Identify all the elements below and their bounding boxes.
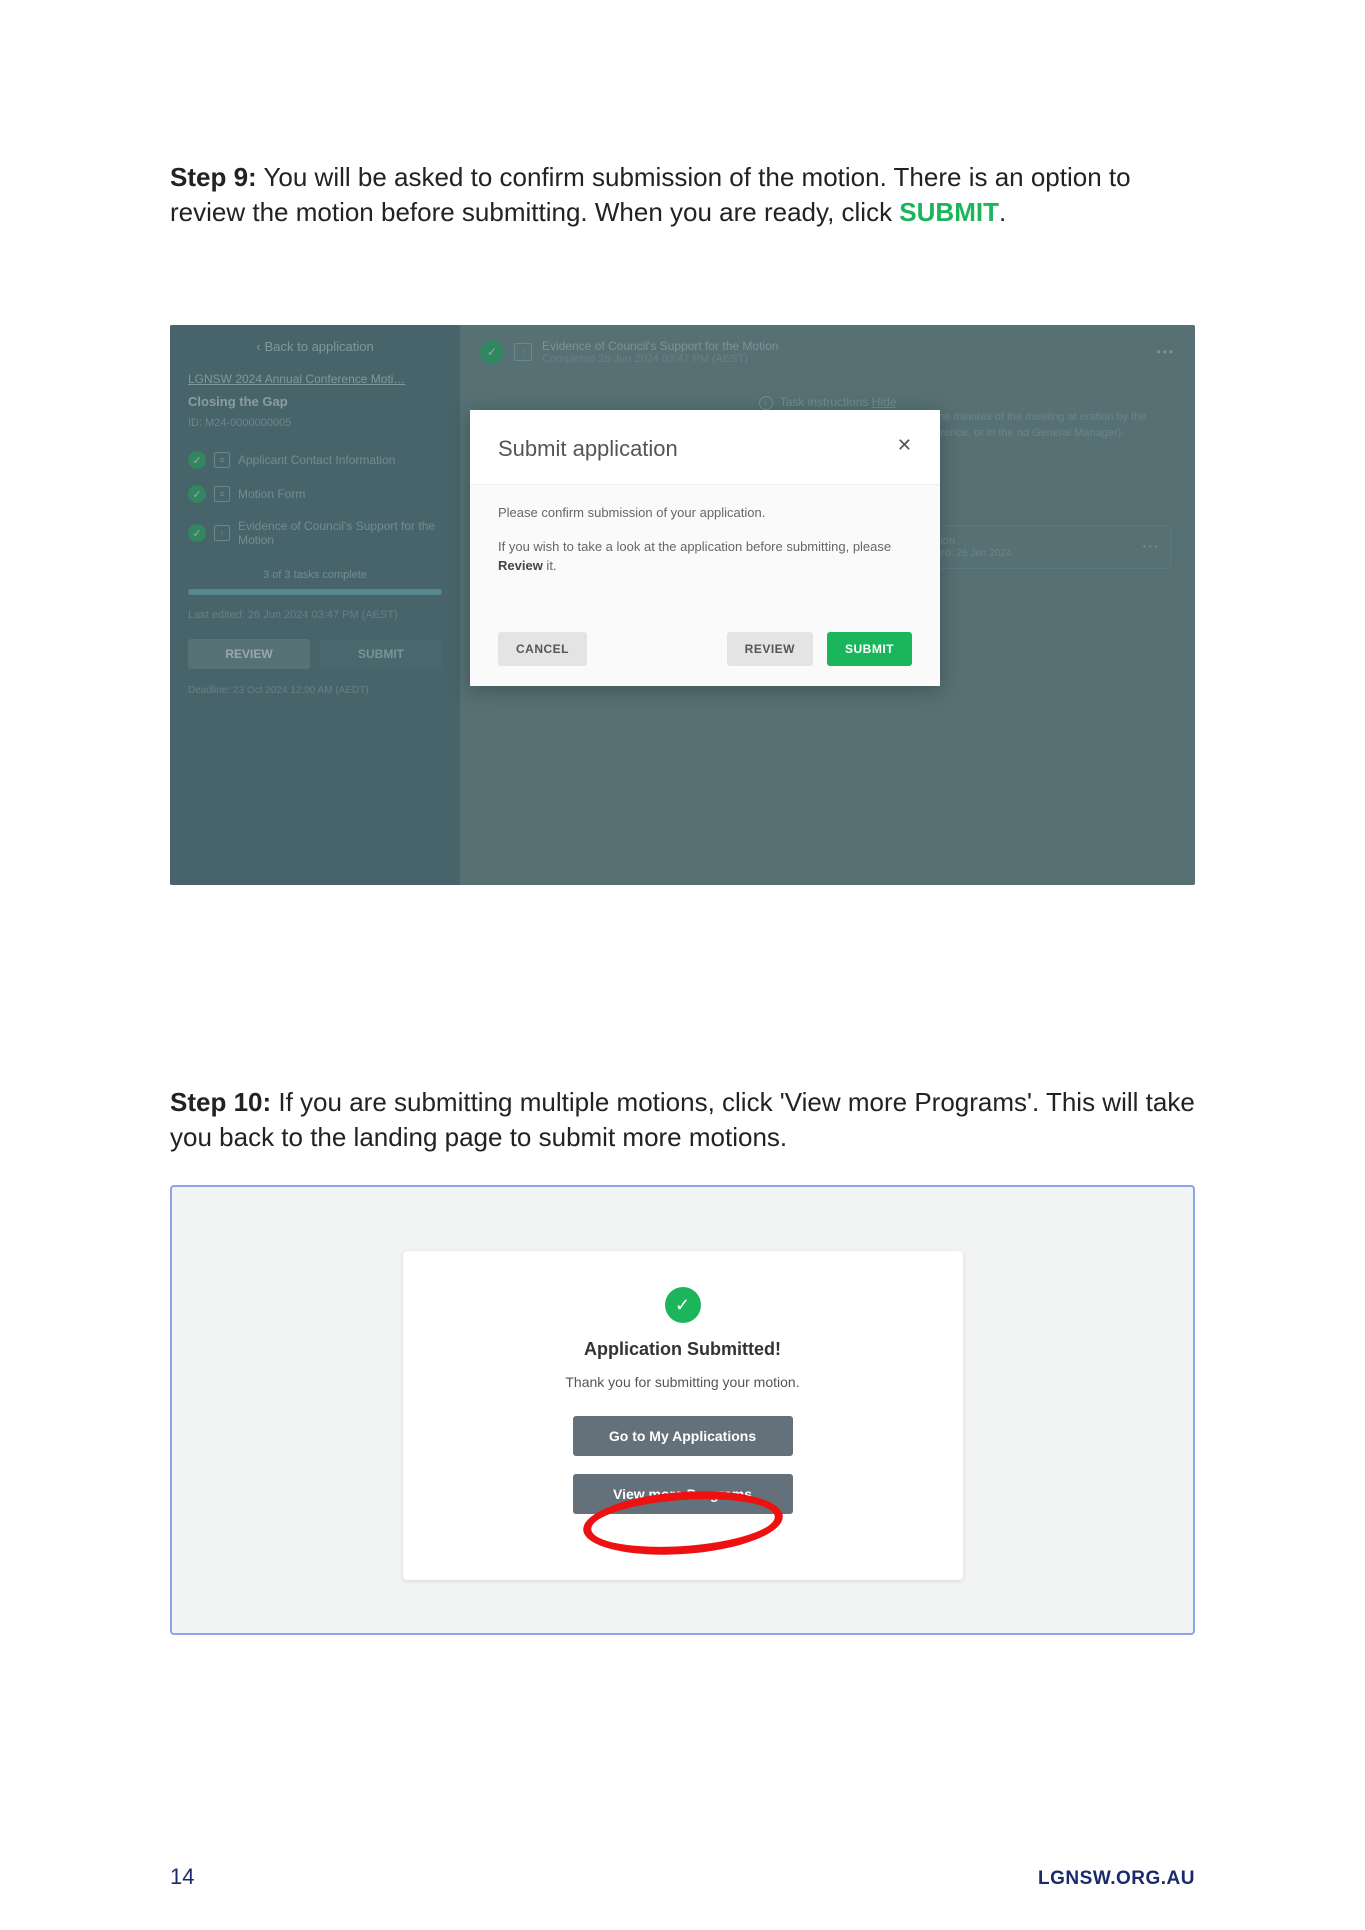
modal-line2-review-word: Review (498, 558, 543, 573)
confirmation-screenshot: ✓ Application Submitted! Thank you for s… (170, 1185, 1195, 1635)
review-button[interactable]: REVIEW (727, 632, 813, 666)
close-icon[interactable]: ✕ (897, 436, 912, 454)
cancel-button[interactable]: CANCEL (498, 632, 587, 666)
confirmation-heading: Application Submitted! (403, 1339, 963, 1360)
step9-label: Step 9: (170, 162, 257, 192)
check-icon: ✓ (665, 1287, 701, 1323)
page-footer: 14 LGNSW.ORG.AU (170, 1864, 1195, 1890)
submit-application-modal: Submit application ✕ Please confirm subm… (470, 410, 940, 686)
footer-site: LGNSW.ORG.AU (1038, 1868, 1195, 1890)
step9-paragraph: Step 9: You will be asked to confirm sub… (170, 160, 1195, 230)
step10-label: Step 10: (170, 1087, 271, 1117)
page-number: 14 (170, 1864, 194, 1890)
modal-line2c: it. (543, 558, 557, 573)
modal-title: Submit application (498, 436, 678, 462)
step10-paragraph: Step 10: If you are submitting multiple … (170, 1085, 1195, 1155)
submit-button[interactable]: SUBMIT (827, 632, 912, 666)
modal-line2: If you wish to take a look at the applic… (498, 537, 912, 576)
confirmation-card: ✓ Application Submitted! Thank you for s… (403, 1251, 963, 1580)
step9-submit-word: SUBMIT (899, 197, 999, 227)
step9-text-b: . (999, 197, 1006, 227)
app-screenshot: ‹Back to application LGNSW 2024 Annual C… (170, 325, 1195, 885)
modal-line1: Please confirm submission of your applic… (498, 503, 912, 523)
go-to-my-applications-button[interactable]: Go to My Applications (573, 1416, 793, 1456)
modal-line2a: If you wish to take a look at the applic… (498, 539, 891, 554)
confirmation-body: Thank you for submitting your motion. (403, 1374, 963, 1390)
step10-text: If you are submitting multiple motions, … (170, 1087, 1195, 1152)
view-more-programs-button[interactable]: View more Programs (573, 1474, 793, 1514)
